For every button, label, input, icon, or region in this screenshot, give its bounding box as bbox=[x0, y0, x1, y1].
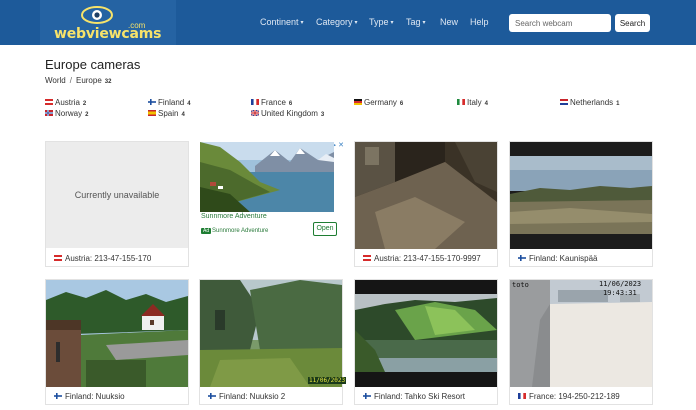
austria-flag-icon bbox=[54, 255, 62, 261]
webcam-thumbnail[interactable] bbox=[200, 280, 342, 387]
breadcrumb-separator: / bbox=[69, 76, 72, 85]
breadcrumb-world[interactable]: World bbox=[45, 76, 66, 85]
unavailable-text: Currently unavailable bbox=[74, 190, 160, 200]
country-link-united-kingdom[interactable]: United Kingdom 3 bbox=[251, 109, 324, 118]
ad-badge: Ad bbox=[201, 228, 212, 234]
spain-flag-icon bbox=[148, 110, 156, 116]
webcam-label[interactable]: Austria: 213-47-155-170 bbox=[54, 254, 151, 263]
finland-flag-icon bbox=[208, 393, 216, 399]
webcam-thumbnail[interactable] bbox=[46, 280, 188, 387]
webcam-overlay-date: 11/06/2023 bbox=[599, 280, 642, 288]
webcam-card[interactable]: Austria: 213-47-155-170-9997 bbox=[354, 141, 498, 267]
eye-logo-icon bbox=[81, 6, 113, 24]
webcam-thumbnail[interactable] bbox=[510, 142, 652, 249]
webcam-card[interactable]: Finland: Nuuksio bbox=[45, 279, 189, 405]
webcam-label[interactable]: France: 194-250-212-189 bbox=[518, 392, 620, 401]
austria-flag-icon bbox=[363, 255, 371, 261]
search-input[interactable] bbox=[509, 14, 611, 32]
norway-flag-icon bbox=[45, 110, 53, 116]
country-link-spain[interactable]: Spain 4 bbox=[148, 109, 185, 118]
country-link-germany[interactable]: Germany 6 bbox=[354, 98, 403, 107]
ad-subtitle[interactable]: Sunnmore Adventure bbox=[212, 228, 268, 234]
breadcrumb-europe[interactable]: Europe bbox=[76, 76, 102, 85]
country-link-austria[interactable]: Austria 2 bbox=[45, 98, 86, 107]
nav-type[interactable]: Type ▾ bbox=[369, 17, 394, 27]
netherlands-flag-icon bbox=[560, 99, 568, 105]
finland-flag-icon bbox=[518, 255, 526, 261]
country-link-italy[interactable]: Italy 4 bbox=[457, 98, 488, 107]
ad-title[interactable]: Sunnmore Adventure bbox=[201, 213, 267, 220]
webcam-label[interactable]: Finland: Nuuksio 2 bbox=[208, 392, 285, 401]
breadcrumb-count: 32 bbox=[104, 79, 112, 85]
ad-choices-icon[interactable]: ▸ ✕ bbox=[333, 141, 344, 149]
country-link-norway[interactable]: Norway 2 bbox=[45, 109, 88, 118]
ad-open-button[interactable]: Open bbox=[313, 222, 337, 236]
uk-flag-icon bbox=[251, 110, 259, 116]
webcam-thumbnail[interactable] bbox=[355, 142, 497, 249]
caret-down-icon: ▾ bbox=[422, 20, 426, 26]
italy-flag-icon bbox=[457, 99, 465, 105]
webcam-thumbnail[interactable] bbox=[355, 280, 497, 387]
nav-continent[interactable]: Continent ▾ bbox=[260, 17, 304, 27]
webcam-card[interactable]: Finland: Tahko Ski Resort bbox=[354, 279, 498, 405]
webcam-timestamp: 11/06/2023 bbox=[308, 377, 347, 384]
page-title: Europe cameras bbox=[45, 57, 141, 72]
webcam-overlay-time: 19:43:31 bbox=[603, 289, 637, 297]
webcam-label[interactable]: Finland: Nuuksio bbox=[54, 392, 125, 401]
nav-tag[interactable]: Tag ▾ bbox=[406, 17, 426, 27]
caret-down-icon: ▾ bbox=[300, 20, 304, 26]
webcam-overlay-label: toto bbox=[512, 281, 529, 289]
finland-flag-icon bbox=[363, 393, 371, 399]
webcam-label[interactable]: Finland: Tahko Ski Resort bbox=[363, 392, 465, 401]
nav-help[interactable]: Help bbox=[470, 17, 489, 27]
france-flag-icon bbox=[251, 99, 259, 105]
finland-flag-icon bbox=[148, 99, 156, 105]
france-flag-icon bbox=[518, 393, 526, 399]
webcam-label[interactable]: Austria: 213-47-155-170-9997 bbox=[363, 254, 481, 263]
caret-down-icon: ▾ bbox=[354, 20, 358, 26]
webcam-card[interactable]: Currently unavailable Austria: 213-47-15… bbox=[45, 141, 189, 267]
nav-new[interactable]: New bbox=[440, 17, 458, 27]
webcam-card[interactable]: 11/06/2023 Finland: Nuuksio 2 bbox=[199, 279, 347, 405]
top-navbar: webviewcams .com Continent ▾ Category ▾ Ty… bbox=[0, 0, 696, 45]
country-link-netherlands[interactable]: Netherlands 1 bbox=[560, 98, 619, 107]
caret-down-icon: ▾ bbox=[390, 20, 394, 26]
webcam-label[interactable]: Finland: Kaunispää bbox=[518, 254, 598, 263]
webcam-card[interactable]: Finland: Kaunispää bbox=[509, 141, 653, 267]
germany-flag-icon bbox=[354, 99, 362, 105]
breadcrumb: World / Europe 32 bbox=[45, 76, 111, 85]
country-link-finland[interactable]: Finland 4 bbox=[148, 98, 191, 107]
webcam-thumbnail-unavailable[interactable]: Currently unavailable bbox=[46, 142, 188, 248]
finland-flag-icon bbox=[54, 393, 62, 399]
ad-fjord-image[interactable] bbox=[200, 142, 334, 212]
nav-category[interactable]: Category ▾ bbox=[316, 17, 358, 27]
webcam-card[interactable]: toto 11/06/2023 19:43:31 France: 194-250… bbox=[509, 279, 653, 405]
logo-suffix: .com bbox=[128, 21, 146, 30]
austria-flag-icon bbox=[45, 99, 53, 105]
search-button[interactable]: Search bbox=[615, 14, 650, 32]
country-link-france[interactable]: France 6 bbox=[251, 98, 292, 107]
